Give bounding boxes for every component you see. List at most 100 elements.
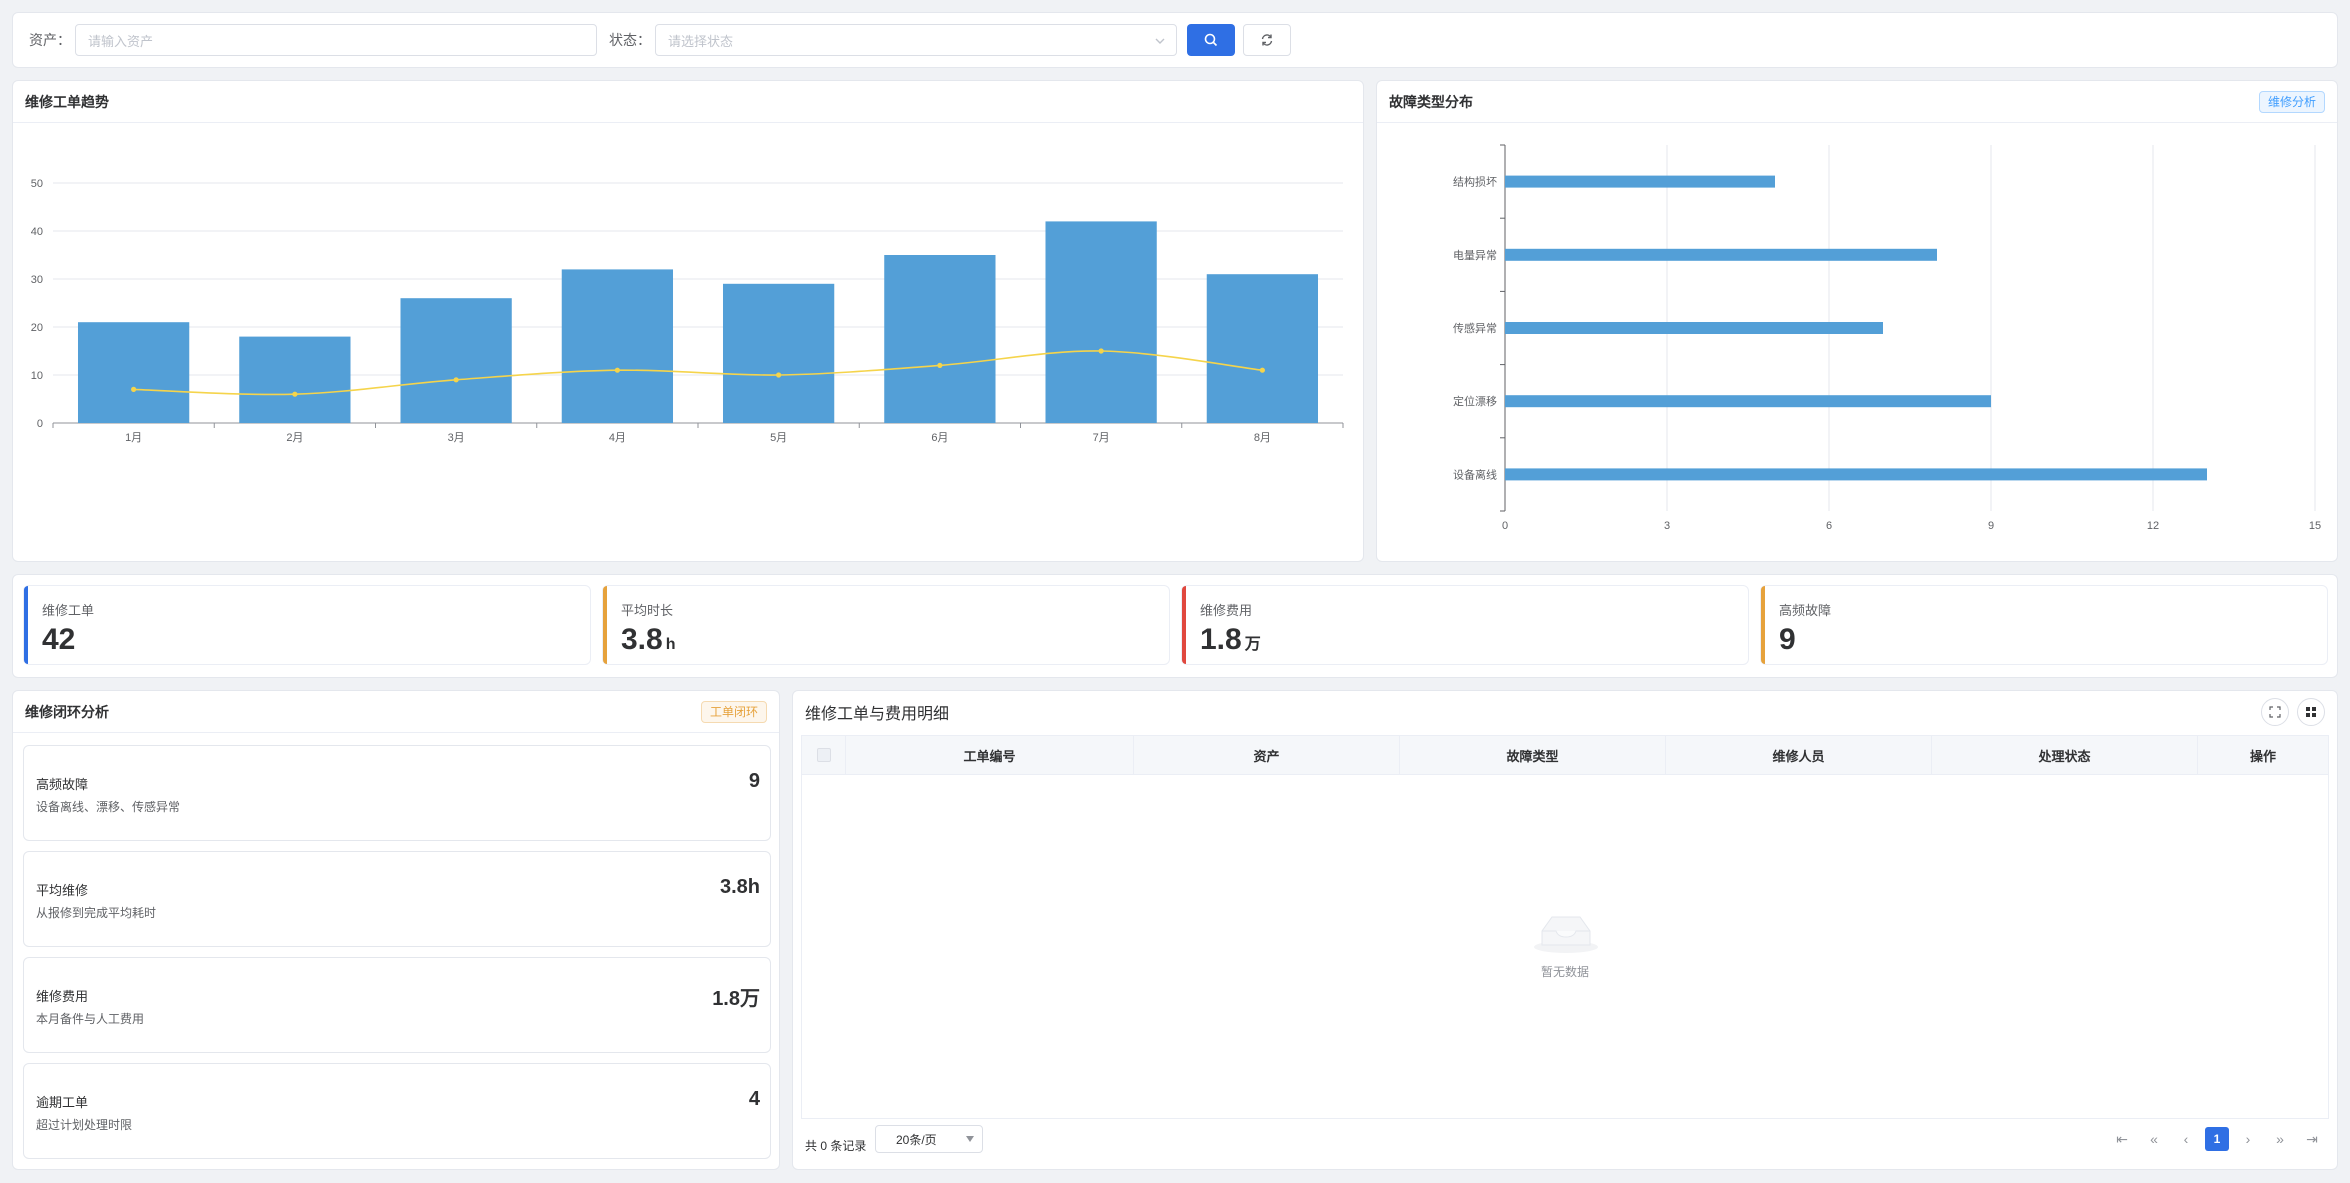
trend-bar[interactable]: [561, 269, 674, 423]
trend-line-point[interactable]: [1098, 348, 1104, 354]
y-tick-label: 0: [37, 418, 43, 430]
fault-bar[interactable]: [1505, 468, 2207, 481]
page-size-select[interactable]: 20条/页: [875, 1125, 983, 1153]
next-group-icon[interactable]: »: [2267, 1131, 2293, 1147]
y-tick-label: 电量异常: [1453, 249, 1497, 262]
x-tick-label: 3月: [448, 432, 465, 444]
trend-line-point[interactable]: [292, 391, 298, 397]
fault-bar[interactable]: [1505, 175, 1775, 188]
prev-group-icon[interactable]: «: [2141, 1131, 2167, 1147]
loop-tag: 工单闭环: [700, 700, 767, 723]
empty-text: 暂无数据: [1540, 965, 1589, 979]
y-tick-label: 传感异常: [1453, 322, 1497, 335]
fault-title: 故障类型分布: [1389, 93, 1473, 110]
col-status[interactable]: 处理状态: [1932, 736, 2198, 774]
select-all-checkbox-cell: [802, 736, 846, 774]
chevron-down-icon: [1155, 38, 1165, 44]
loop-item-value: 9: [748, 770, 760, 792]
y-tick-label: 30: [31, 274, 43, 286]
page-1-button[interactable]: 1: [2205, 1127, 2229, 1151]
trend-line-point[interactable]: [937, 362, 943, 368]
table-body: 暂无数据: [801, 775, 2329, 1119]
fault-tag: 维修分析: [2258, 90, 2325, 113]
stat-label: 高频故障: [1779, 603, 1832, 618]
trend-line-point[interactable]: [614, 367, 620, 373]
x-tick-label: 6月: [931, 432, 948, 444]
search-icon: [1204, 33, 1218, 47]
next-page-icon[interactable]: ›: [2235, 1131, 2261, 1147]
asset-input[interactable]: 请输入资产: [75, 24, 597, 56]
loop-item: 高频故障 设备离线、漂移、传感异常 9: [23, 745, 771, 841]
y-tick-label: 10: [31, 370, 43, 382]
column-settings-button[interactable]: [2297, 698, 2325, 726]
x-tick-label: 3: [1664, 520, 1670, 532]
trend-line-point[interactable]: [131, 386, 137, 392]
last-page-icon[interactable]: ⇥: [2299, 1131, 2325, 1148]
status-placeholder: 请选择状态: [668, 33, 734, 49]
stat-accent-bar: [1761, 586, 1765, 664]
stat-unit: h: [665, 636, 676, 653]
loop-item-value: 4: [748, 1088, 760, 1110]
loop-item: 维修费用本月备件与人工费用 1.8万: [23, 957, 771, 1053]
prev-page-icon[interactable]: ‹: [2173, 1131, 2199, 1147]
trend-bar[interactable]: [884, 255, 996, 423]
loop-item: 逾期工单 超过计划处理时限 4: [23, 1063, 771, 1159]
trend-line-point[interactable]: [453, 377, 459, 383]
col-technician[interactable]: 维修人员: [1666, 736, 1932, 774]
x-tick-label: 9: [1988, 520, 1994, 532]
stat-value: 9: [1779, 623, 1796, 656]
first-page-icon[interactable]: ⇤: [2109, 1131, 2135, 1148]
col-order-no[interactable]: 工单编号: [846, 736, 1134, 774]
col-actions: 操作: [2249, 748, 2276, 764]
fault-bar[interactable]: [1505, 395, 1991, 408]
refresh-icon: [1261, 34, 1273, 46]
y-tick-label: 定位漂移: [1453, 394, 1497, 408]
trend-bar[interactable]: [77, 322, 190, 423]
status-label: 状态：: [609, 32, 651, 48]
stat-label: 平均时长: [621, 603, 674, 618]
trend-bar[interactable]: [1206, 274, 1319, 423]
trend-title: 维修工单趋势: [25, 93, 109, 110]
stats-card: 维修工单 42 平均时长 3.8 h 维修费用 1.8 万 高频故障 9: [12, 574, 2338, 678]
fault-bar[interactable]: [1505, 322, 1883, 334]
trend-bar[interactable]: [1045, 221, 1157, 423]
trend-line-point[interactable]: [1259, 367, 1265, 373]
y-tick-label: 设备离线: [1453, 467, 1497, 481]
loop-item-value: 1.8万: [712, 988, 760, 1010]
col-asset[interactable]: 资产: [1134, 736, 1400, 774]
search-bar: 资产： 请输入资产 状态： 请选择状态: [12, 12, 2338, 68]
stat-unit: 万: [1244, 636, 1261, 653]
col-fault-type[interactable]: 故障类型: [1400, 736, 1666, 774]
total-count: 共 0 条记录: [805, 1139, 867, 1153]
stat-card: 维修费用 1.8 万: [1181, 585, 1749, 665]
trend-line-point[interactable]: [776, 372, 782, 378]
select-all-checkbox[interactable]: [816, 748, 831, 762]
reset-button[interactable]: [1243, 24, 1291, 56]
loop-card: 维修闭环分析 工单闭环 高频故障 设备离线、漂移、传感异常 9 平均维修从报修到完成平…: [12, 690, 780, 1170]
loop-title: 维修闭环分析: [25, 703, 109, 720]
trend-chart: 0 10 20 30 40 50 1月 2月 3月 4月 5月 6月 7月 8月: [31, 178, 1344, 444]
table-header: 工单编号 资产 故障类型 维修人员 处理状态 操作: [801, 735, 2329, 775]
status-select[interactable]: 请选择状态: [655, 24, 1177, 56]
loop-item-title: 平均维修: [36, 883, 89, 898]
loop-item-desc: 本月备件与人工费用: [36, 1012, 145, 1026]
fault-bar[interactable]: [1505, 248, 1937, 261]
loop-item-desc: 从报修到完成平均耗时: [36, 906, 157, 920]
stat-value: 42: [42, 623, 76, 656]
trend-bar[interactable]: [400, 298, 512, 423]
fullscreen-button[interactable]: [2261, 698, 2289, 726]
page-size-value: 20条/页: [896, 1132, 937, 1147]
loop-item-title: 维修费用: [36, 989, 89, 1004]
fullscreen-icon: [2269, 706, 2281, 718]
trend-bar[interactable]: [239, 336, 351, 423]
empty-box-icon: [1534, 916, 1598, 953]
loop-item-title: 逾期工单: [36, 1095, 89, 1110]
trend-bar[interactable]: [722, 283, 835, 423]
x-tick-label: 2月: [286, 432, 303, 444]
search-button[interactable]: [1187, 24, 1235, 56]
fault-card: 故障类型分布 维修分析 0 3 6 9 12 15 设备离线 定位漂移 传感异常 电量异常 结构损坏: [1376, 80, 2338, 562]
table-title: 维修工单与费用明细: [805, 706, 950, 723]
loop-item: 平均维修 从报修到完成平均耗时 3.8h: [23, 851, 771, 947]
stat-accent-bar: [1182, 586, 1186, 664]
x-tick-label: 6: [1826, 520, 1832, 532]
